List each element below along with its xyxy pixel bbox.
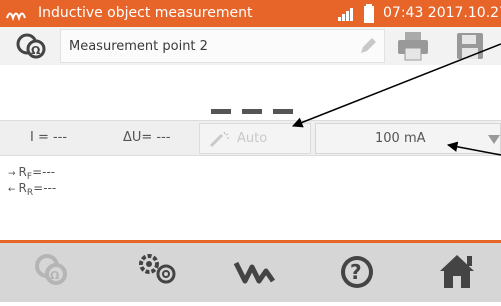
annotation-arrow-current (446, 141, 501, 156)
annotation-arrow-auto (292, 43, 501, 128)
annotation-arrows (292, 43, 501, 156)
